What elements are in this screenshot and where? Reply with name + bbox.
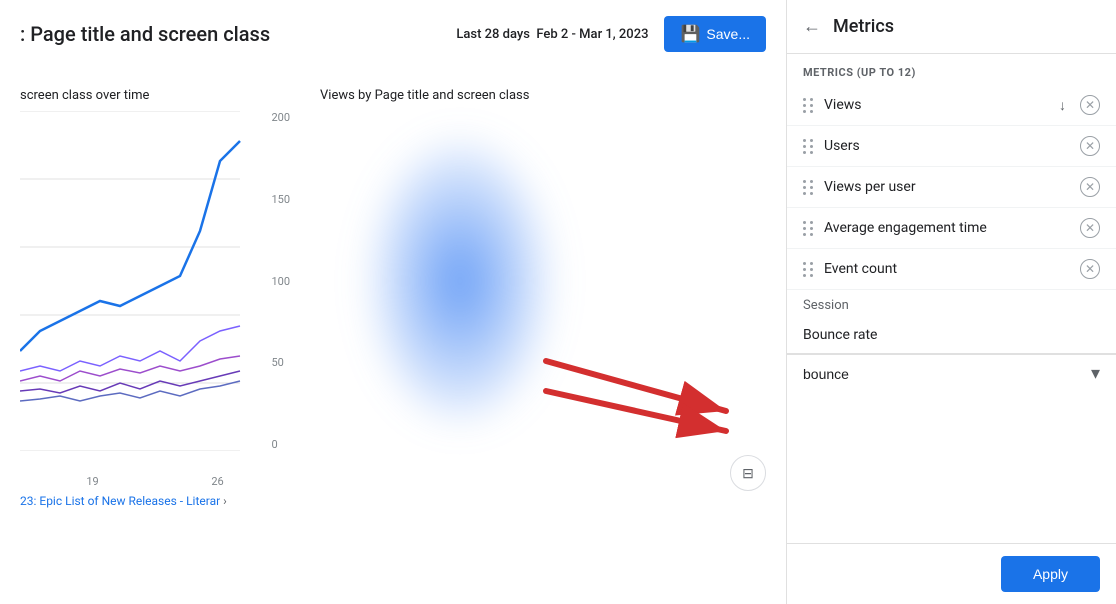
metric-name-event-count: Event count	[824, 261, 1070, 277]
blurred-chart-section: Views by Page title and screen class	[300, 78, 786, 518]
metric-name-views-per-user: Views per user	[824, 179, 1070, 195]
metric-name-views: Views	[824, 97, 1049, 113]
blurred-chart-container: ⊟	[320, 111, 766, 491]
metric-dropdown-row: bounce sessions engaged sessions ▾	[787, 354, 1116, 392]
apply-button[interactable]: Apply	[1001, 556, 1100, 592]
line-chart-svg	[20, 111, 260, 451]
save-button[interactable]: 💾 Save...	[664, 16, 766, 52]
metric-name-avg-engagement: Average engagement time	[824, 220, 1070, 236]
metrics-section-label: METRICS (UP TO 12)	[787, 54, 1116, 85]
feedback-icon: ⊟	[742, 465, 754, 482]
right-panel: ← Metrics METRICS (UP TO 12) Views ↓ ✕ U…	[786, 0, 1116, 604]
x-axis-labels: 19 26	[30, 475, 280, 488]
metric-name-users: Users	[824, 138, 1070, 154]
bounce-rate-suggestion[interactable]: Bounce rate	[787, 317, 1116, 353]
back-button[interactable]: ←	[803, 16, 821, 37]
footer-link[interactable]: 23: Epic List of New Releases - Literar …	[20, 494, 280, 508]
drag-handle-avg-engagement[interactable]	[803, 221, 814, 236]
remove-avg-engagement[interactable]: ✕	[1080, 218, 1100, 238]
page-title: : Page title and screen class	[20, 22, 270, 46]
feedback-button[interactable]: ⊟	[730, 455, 766, 491]
metric-item-avg-engagement: Average engagement time ✕	[787, 208, 1116, 249]
chart-blob	[370, 141, 550, 421]
date-label: Last 28 days	[456, 27, 530, 42]
session-group-label: Session	[787, 290, 1116, 317]
apply-section: Apply	[787, 543, 1116, 604]
metric-item-views-per-user: Views per user ✕	[787, 167, 1116, 208]
blurred-chart-title: Views by Page title and screen class	[320, 88, 766, 103]
header-right: Last 28 days Feb 2 - Mar 1, 2023 💾 Save.…	[456, 16, 766, 52]
remove-views-per-user[interactable]: ✕	[1080, 177, 1100, 197]
remove-views[interactable]: ✕	[1080, 95, 1100, 115]
red-arrow	[536, 341, 756, 451]
drag-handle-users[interactable]	[803, 139, 814, 154]
drag-handle-views-per-user[interactable]	[803, 180, 814, 195]
metric-item-event-count: Event count ✕	[787, 249, 1116, 290]
line-chart-title: screen class over time	[20, 88, 280, 103]
drag-handle-views[interactable]	[803, 98, 814, 113]
sort-icon-views[interactable]: ↓	[1059, 97, 1066, 114]
save-icon: 💾	[680, 24, 700, 44]
y-axis-labels: 200 150 100 50 0	[271, 111, 290, 451]
remove-event-count[interactable]: ✕	[1080, 259, 1100, 279]
page-header: : Page title and screen class Last 28 da…	[0, 0, 786, 68]
metrics-panel-title: Metrics	[833, 16, 894, 37]
main-content: screen class over time	[0, 68, 786, 528]
metric-item-views: Views ↓ ✕	[787, 85, 1116, 126]
metrics-header: ← Metrics	[787, 0, 1116, 54]
left-panel: : Page title and screen class Last 28 da…	[0, 0, 786, 604]
date-value: Feb 2 - Mar 1, 2023	[536, 27, 648, 42]
drag-handle-event-count[interactable]	[803, 262, 814, 277]
remove-users[interactable]: ✕	[1080, 136, 1100, 156]
metric-item-users: Users ✕	[787, 126, 1116, 167]
line-chart-section: screen class over time	[0, 78, 300, 518]
date-range: Last 28 days Feb 2 - Mar 1, 2023	[456, 27, 648, 42]
dropdown-chevron-icon: ▾	[1091, 363, 1100, 384]
save-label: Save...	[706, 26, 750, 42]
metric-dropdown[interactable]: bounce sessions engaged sessions	[803, 366, 1091, 382]
